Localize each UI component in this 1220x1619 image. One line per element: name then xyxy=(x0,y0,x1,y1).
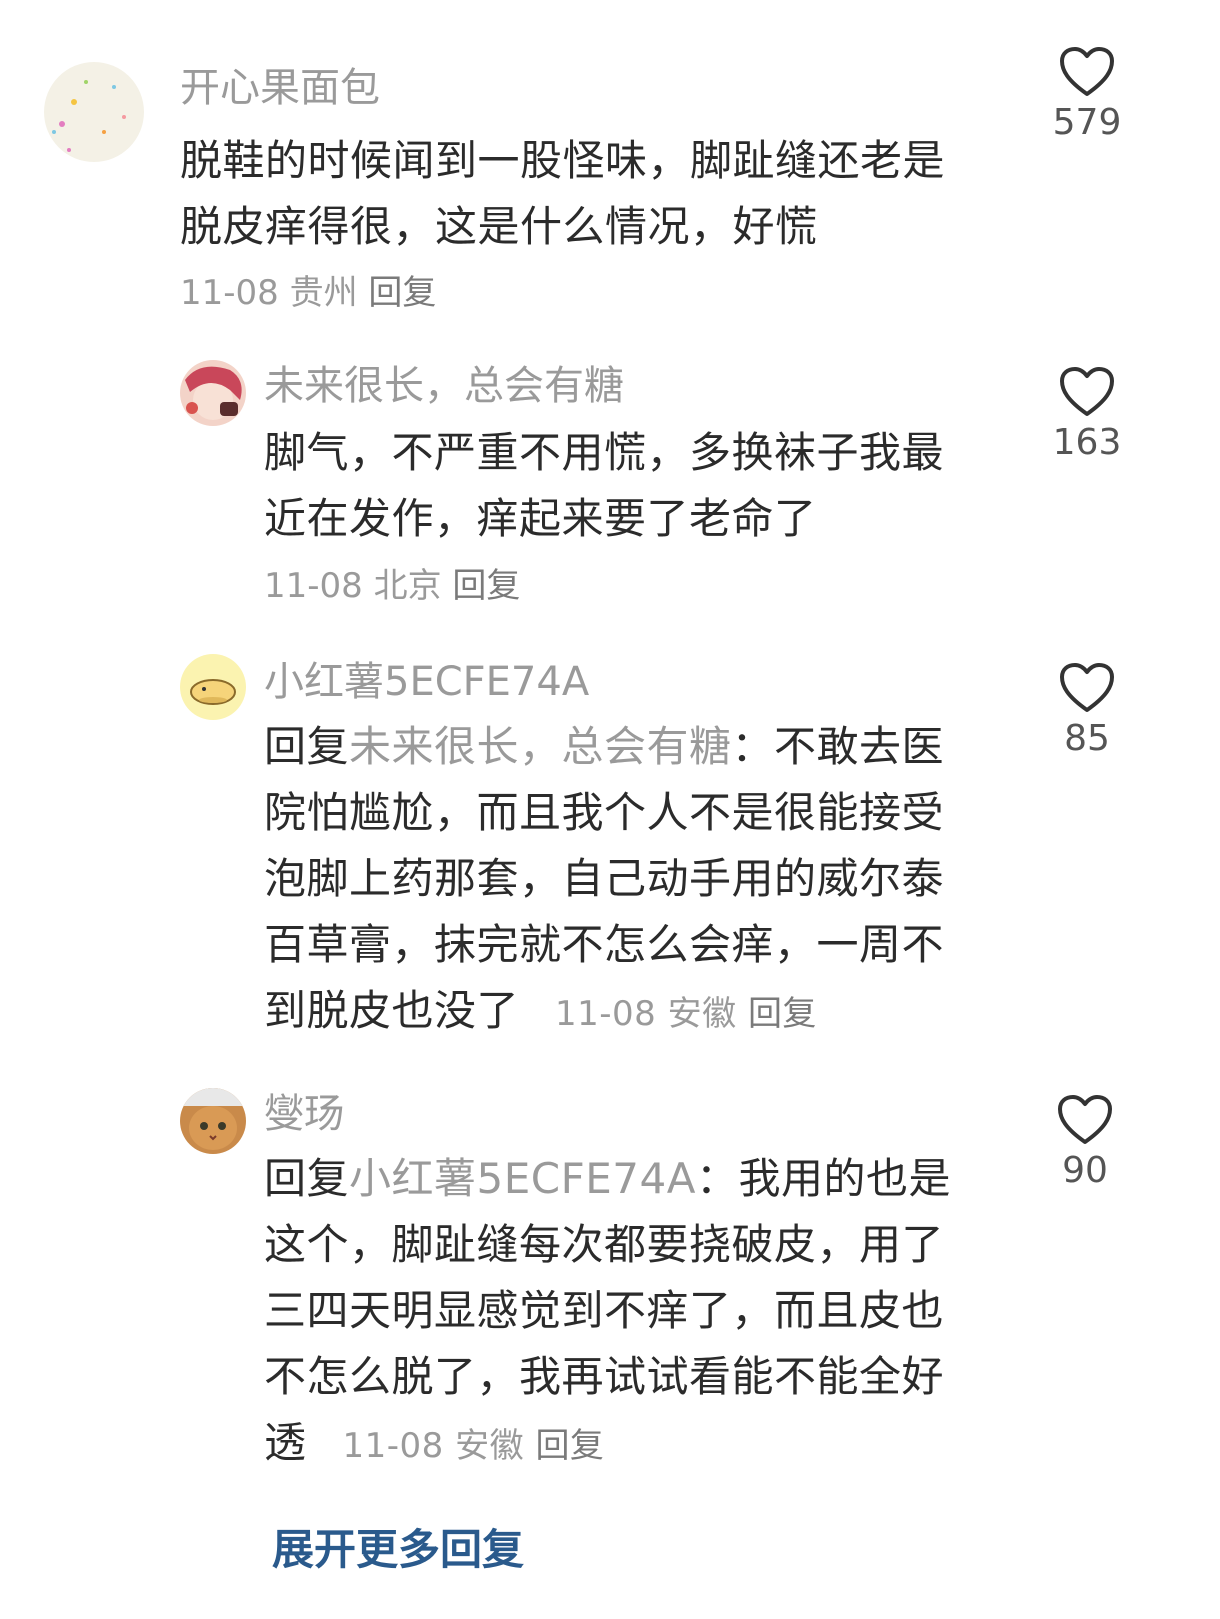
comment-date: 11-08 xyxy=(264,566,363,606)
comment-line: 近在发作，痒起来要了老命了 xyxy=(264,494,817,543)
avatar[interactable] xyxy=(180,654,246,720)
avatar-image xyxy=(180,1088,246,1150)
avatar[interactable] xyxy=(180,1088,246,1154)
comment-line: 泡脚上药那套，自己动手用的威尔泰 xyxy=(264,854,945,903)
comment-line: 回复未来很长，总会有糖：不敢去医 xyxy=(264,714,944,780)
heart-outline-icon xyxy=(1058,1095,1112,1144)
comment-line-rest: ：不敢去医 xyxy=(731,722,945,771)
mention-link[interactable]: 小红薯5ECFE74A xyxy=(349,1154,696,1203)
avatar[interactable] xyxy=(180,360,246,426)
comment-line: 这个，脚趾缝每次都要挠破皮，用了 xyxy=(264,1220,945,1269)
comment-location: 安徽 xyxy=(455,1426,525,1466)
comment-line-text: 到脱皮也没了 xyxy=(264,986,520,1035)
heart-outline-icon xyxy=(1060,367,1114,416)
comment-meta: 11-08 贵州 回复 xyxy=(180,265,436,314)
comment-body: 脱鞋的时候闻到一股怪味，脚趾缝还老是 脱皮痒得很，这是什么情况，好慌 xyxy=(180,128,945,260)
comment-line: 不怎么脱了，我再试试看能不能全好 xyxy=(264,1352,945,1401)
like-button[interactable]: 85 xyxy=(1032,662,1142,759)
like-button[interactable]: 163 xyxy=(1032,366,1142,463)
avatar[interactable] xyxy=(44,62,144,162)
comment-location: 贵州 xyxy=(289,273,358,313)
comment-line: 百草膏，抹完就不怎么会痒，一周不 xyxy=(264,920,945,969)
comment-line: 脱皮痒得很，这是什么情况，好慌 xyxy=(180,202,818,251)
comment-username[interactable]: 小红薯5ECFE74A xyxy=(264,658,589,706)
reply-button[interactable]: 回复 xyxy=(368,273,436,313)
heart-outline-icon xyxy=(1060,663,1114,712)
like-count: 85 xyxy=(1064,718,1110,759)
avatar-image xyxy=(190,679,236,705)
comment-line: 透 11-08 安徽 回复 xyxy=(264,1410,951,1479)
avatar-image xyxy=(185,366,242,420)
reply-prefix: 回复 xyxy=(264,722,350,771)
comment-date: 11-08 xyxy=(180,273,279,313)
comment-body: 回复未来很长，总会有糖：不敢去医 院怕尴尬，而且我个人不是很能接受 泡脚上药那套… xyxy=(264,714,944,1047)
comment-location: 安徽 xyxy=(667,994,737,1034)
like-count: 579 xyxy=(1052,102,1122,143)
comment-line: 脚气，不严重不用慌，多换袜子我最 xyxy=(264,428,945,477)
comment-line-text: 透 xyxy=(264,1418,307,1467)
comment-username[interactable]: 未来很长，总会有糖 xyxy=(264,362,624,410)
comment-date: 11-08 xyxy=(342,1426,444,1466)
comment-line: 脱鞋的时候闻到一股怪味，脚趾缝还老是 xyxy=(180,136,946,185)
expand-more-replies-button[interactable]: 展开更多回复 xyxy=(272,1516,524,1577)
reply-button[interactable]: 回复 xyxy=(452,566,520,606)
like-count: 90 xyxy=(1062,1150,1108,1191)
comment-line: 院怕尴尬，而且我个人不是很能接受 xyxy=(264,788,945,837)
comment-location: 北京 xyxy=(373,566,442,606)
like-button[interactable]: 90 xyxy=(1030,1094,1140,1191)
comment-line: 三四天明显感觉到不痒了，而且皮也 xyxy=(264,1286,945,1335)
heart-outline-icon xyxy=(1060,47,1114,96)
reply-button[interactable]: 回复 xyxy=(748,994,817,1034)
comment-meta: 11-08 安徽 回复 xyxy=(343,1426,605,1466)
reply-prefix: 回复 xyxy=(264,1154,350,1203)
mention-link[interactable]: 未来很长，总会有糖 xyxy=(349,722,732,771)
comment-meta: 11-08 安徽 回复 xyxy=(555,994,817,1034)
comment-meta: 11-08 北京 回复 xyxy=(264,558,520,607)
comment-username[interactable]: 开心果面包 xyxy=(180,64,380,112)
comment-username[interactable]: 燮玚 xyxy=(264,1090,344,1138)
comment-line-rest: ：我用的也是 xyxy=(695,1154,951,1203)
comment-line: 到脱皮也没了 11-08 安徽 回复 xyxy=(264,978,944,1047)
comment-date: 11-08 xyxy=(555,994,657,1034)
comment-line: 回复小红薯5ECFE74A：我用的也是 xyxy=(264,1146,951,1212)
like-count: 163 xyxy=(1052,422,1122,463)
comment-body: 脚气，不严重不用慌，多换袜子我最 近在发作，痒起来要了老命了 xyxy=(264,420,944,552)
avatar-image xyxy=(52,80,126,152)
like-button[interactable]: 579 xyxy=(1032,46,1142,143)
reply-button[interactable]: 回复 xyxy=(535,1426,604,1466)
comment-body: 回复小红薯5ECFE74A：我用的也是 这个，脚趾缝每次都要挠破皮，用了 三四天… xyxy=(264,1146,951,1479)
